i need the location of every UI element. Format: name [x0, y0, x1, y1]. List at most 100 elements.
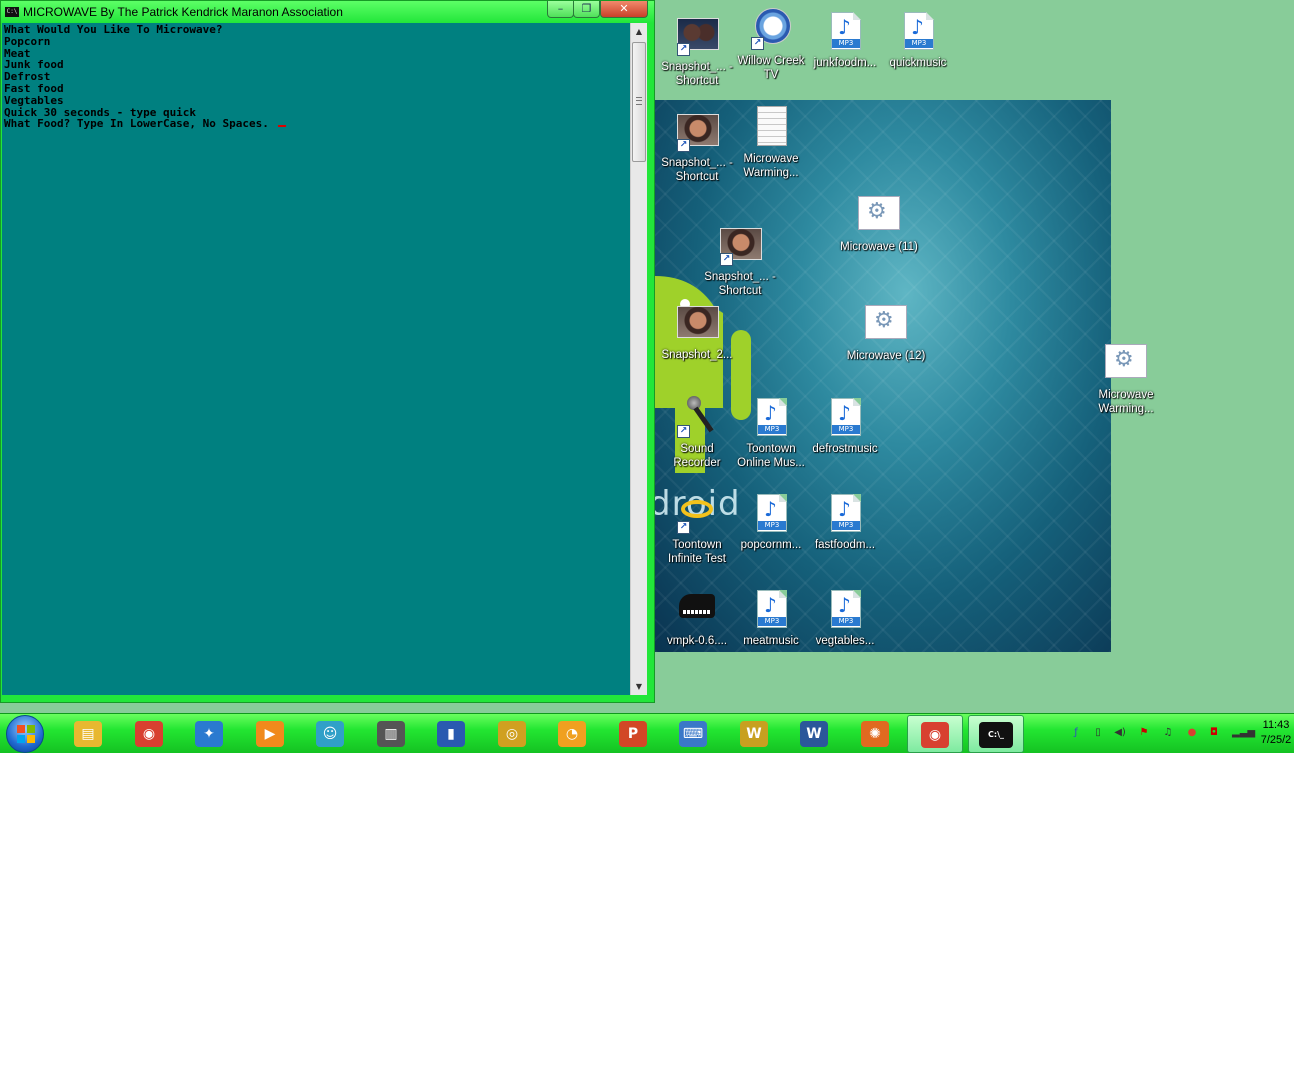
flash-update-icon[interactable]: ƒ — [1070, 727, 1082, 739]
volume-icon[interactable]: ◀) — [1114, 727, 1126, 739]
desktop-icon-vegtablesmusic[interactable]: ♪ MP3 vegtables... — [805, 588, 885, 648]
minimize-button[interactable]: – — [547, 1, 574, 18]
desktop-icon-microwave-12[interactable]: ⚙ Microwave (12) — [846, 303, 926, 363]
chrome-icon: ◉ — [921, 722, 949, 748]
chrome-tray-icon[interactable]: ● — [1186, 727, 1198, 739]
taskbar-button[interactable]: W — [726, 715, 782, 753]
powerpoint-icon: P — [619, 721, 647, 747]
taskbar-button[interactable]: ▮ — [423, 715, 479, 753]
console-output[interactable]: What Would You Like To Microwave? Popcor… — [2, 23, 630, 695]
maximize-button[interactable]: ❐ — [573, 1, 600, 18]
file-explorer-icon: ▤ — [74, 721, 102, 747]
desktop-icon-label: Snapshot_... - Shortcut — [704, 271, 776, 297]
desktop-icon-toontown-online-music[interactable]: ♪ MP3 Toontown Online Mus... — [731, 396, 811, 470]
mp3-file-icon: ♪ MP3 — [823, 492, 867, 536]
app-tray-icon[interactable]: ◘ — [1208, 727, 1220, 739]
word-icon: W — [800, 721, 828, 747]
desktop-icon-microwave-warming-text[interactable]: Microwave Warming... — [731, 106, 811, 180]
taskbar-button[interactable]: ▤ — [60, 715, 116, 753]
desktop-icon-quickmusic[interactable]: ♪ MP3 quickmusic — [878, 10, 958, 70]
console-prompt: What Food? Type In LowerCase, No Spaces. — [4, 117, 276, 131]
desktop-icon-label: Toontown Infinite Test — [668, 539, 726, 565]
gear-file-icon: ⚙ — [857, 194, 901, 238]
desktop-icon-label: vmpk-0.6.... — [666, 635, 728, 647]
taskbar-button[interactable]: W — [786, 715, 842, 753]
taskbar: ▤ ◉ ✦ ▶ ☺ ▥ ▮ ◎ ◔ P ⌨ W W ✺ ◉ C:\_ ƒ ▯ ◀) ⚑ ♫ ● ◘ ▂▃▅ 1… — [0, 713, 1294, 753]
safari-icon: ✦ — [195, 721, 223, 747]
taskbar-button[interactable]: ✦ — [181, 715, 237, 753]
start-button[interactable] — [6, 715, 44, 753]
desktop: droid ↗ Snapshot_... - Shortcut ↗ Willow… — [0, 0, 1294, 753]
taskbar-button[interactable]: P — [605, 715, 661, 753]
clock-date: 7/25/2 — [1260, 734, 1292, 746]
desktop-icon-label: Toontown Online Mus... — [737, 443, 805, 469]
taskbar-button[interactable]: ◉ — [907, 715, 963, 753]
console-window[interactable]: C:\ MICROWAVE By The Patrick Kendrick Ma… — [0, 0, 655, 703]
vertical-scrollbar[interactable]: ▲ ▼ — [630, 23, 647, 695]
desktop-icon-label: Snapshot_... - Shortcut — [661, 157, 733, 183]
battery-icon[interactable]: ▯ — [1092, 727, 1104, 739]
desktop-icon-toontown-infinite-test[interactable]: ↗ Toontown Infinite Test — [657, 492, 737, 566]
mp3-file-icon: ♪ MP3 — [823, 10, 867, 54]
taskbar-button[interactable]: ✺ — [847, 715, 903, 753]
desktop-icon-vmpk[interactable]: vmpk-0.6.... — [657, 588, 737, 648]
desktop-icon-label: Willow Creek TV — [737, 55, 805, 81]
notification-bell-icon[interactable]: ♫ — [1162, 727, 1174, 739]
taskbar-button[interactable]: ◔ — [544, 715, 600, 753]
desktop-icon-label: Microwave (11) — [840, 241, 918, 253]
console-text: What Would You Like To Microwave? Popcor… — [2, 23, 630, 131]
taskbar-button[interactable]: ☺ — [302, 715, 358, 753]
windows-logo-icon — [17, 725, 35, 743]
desktop-icon-label: quickmusic — [889, 57, 947, 69]
text-cursor — [277, 125, 286, 128]
desktop-icon-popcornmusic[interactable]: ♪ MP3 popcornm... — [731, 492, 811, 552]
media-player-icon: ▶ — [256, 721, 284, 747]
desktop-icon-microwave-11[interactable]: ⚙ Microwave (11) — [839, 194, 919, 254]
desktop-icon-label: Snapshot_2... — [661, 349, 733, 361]
desktop-icon-microwave-warming[interactable]: ⚙ Microwave Warming... — [1086, 342, 1166, 416]
desktop-icon-snapshot-shortcut-1[interactable]: ↗ Snapshot_... - Shortcut — [657, 14, 737, 88]
desktop-icon-snapshot-2[interactable]: Snapshot_2... — [657, 302, 737, 362]
stopwatch-icon: ◔ — [558, 721, 586, 747]
mp3-file-icon: ♪ MP3 — [823, 396, 867, 440]
mp3-file-icon: ♪ MP3 — [896, 10, 940, 54]
taskbar-button[interactable]: ▥ — [363, 715, 419, 753]
photo-icon — [675, 302, 719, 346]
desktop-icon-meatmusic[interactable]: ♪ MP3 meatmusic — [731, 588, 811, 648]
photo-shortcut-icon: ↗ — [718, 224, 762, 268]
desktop-icon-label: Microwave Warming... — [743, 153, 799, 179]
desktop-icon-label: Snapshot_... - Shortcut — [661, 61, 733, 87]
reader-app-icon: ▥ — [377, 721, 405, 747]
desktop-icon-label: vegtables... — [815, 635, 875, 647]
desktop-icon-fastfoodmusic[interactable]: ♪ MP3 fastfoodm... — [805, 492, 885, 552]
clock[interactable]: 11:43 7/25/2 — [1258, 718, 1294, 748]
taskbar-button[interactable]: ▶ — [242, 715, 298, 753]
desktop-icon-willow-creek-tv[interactable]: ↗ Willow Creek TV — [731, 8, 811, 82]
desktop-icon-label: Microwave Warming... — [1098, 389, 1154, 415]
photo-shortcut-icon: ↗ — [675, 14, 719, 58]
title-bar[interactable]: C:\ MICROWAVE By The Patrick Kendrick Ma… — [1, 1, 654, 23]
signal-strength-icon[interactable]: ▂▃▅ — [1232, 727, 1255, 739]
desktop-icon-label: meatmusic — [743, 635, 799, 647]
desktop-icon-snapshot-shortcut-2[interactable]: ↗ Snapshot_... - Shortcut — [657, 110, 737, 184]
scroll-up-arrow-icon[interactable]: ▲ — [631, 23, 647, 40]
desktop-icon-sound-recorder[interactable]: ↗ Sound Recorder — [657, 396, 737, 470]
desktop-icon-defrostmusic[interactable]: ♪ MP3 defrostmusic — [805, 396, 885, 456]
scrollbar-thumb[interactable] — [632, 42, 646, 162]
desktop-icon-junkfoodmusic[interactable]: ♪ MP3 junkfoodm... — [805, 10, 885, 70]
chrome-icon: ◉ — [135, 721, 163, 747]
mp3-file-icon: ♪ MP3 — [749, 396, 793, 440]
taskbar-button[interactable]: C:\_ — [968, 715, 1024, 753]
mp3-file-icon: ♪ MP3 — [823, 588, 867, 632]
scroll-down-arrow-icon[interactable]: ▼ — [631, 678, 647, 695]
action-center-flag-icon[interactable]: ⚑ — [1138, 727, 1150, 739]
taskbar-button[interactable]: ⌨ — [665, 715, 721, 753]
toontown-shortcut-icon: ↗ — [675, 492, 719, 536]
desktop-icon-snapshot-shortcut-3[interactable]: ↗ Snapshot_... - Shortcut — [700, 224, 780, 298]
taskbar-button[interactable]: ◎ — [484, 715, 540, 753]
music-player-icon: ◎ — [498, 721, 526, 747]
command-prompt-icon: C:\_ — [979, 722, 1013, 748]
firefox-icon: ✺ — [861, 721, 889, 747]
taskbar-button[interactable]: ◉ — [121, 715, 177, 753]
close-button[interactable]: ✕ — [600, 1, 648, 18]
